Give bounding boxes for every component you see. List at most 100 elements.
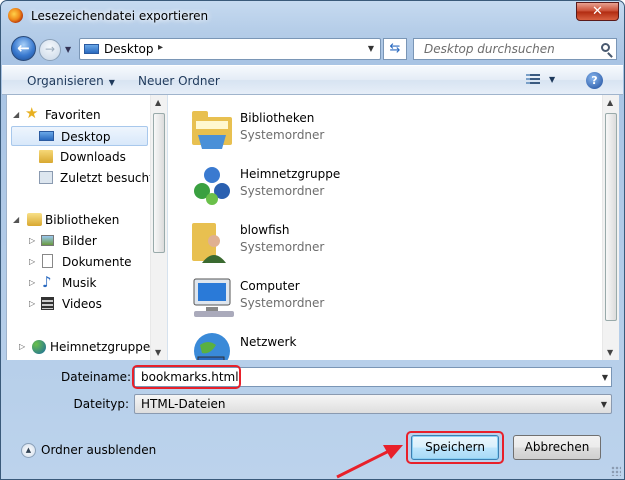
- search-placeholder: Desktop durchsuchen: [424, 42, 555, 56]
- scroll-up-icon[interactable]: ▲: [155, 98, 161, 107]
- list-item[interactable]: Bibliotheken Systemordner: [188, 105, 488, 157]
- scrollbar-thumb[interactable]: [605, 113, 617, 321]
- navigation-bar: ← → ▼ Desktop ▸ ▼ ⇆ Desktop durchsuchen: [1, 33, 624, 63]
- homegroup-icon: [32, 340, 46, 354]
- sidebar-item-label: Downloads: [60, 150, 126, 164]
- address-bar[interactable]: Desktop ▸ ▼: [79, 38, 381, 60]
- sidebar-group-homegroup[interactable]: ▷ Heimnetzgruppe: [13, 337, 151, 357]
- organize-button[interactable]: Organisieren ▼: [27, 74, 115, 88]
- scroll-down-icon[interactable]: ▼: [155, 348, 161, 357]
- libraries-icon: [27, 213, 42, 226]
- navigation-pane: ◢ ★ Favoriten Desktop Downloads Zuletzt …: [7, 95, 168, 360]
- breadcrumb-separator[interactable]: ▸: [158, 42, 163, 53]
- chevron-down-icon[interactable]: ▼: [601, 400, 607, 409]
- file-name: blowfish: [240, 223, 290, 237]
- file-list-scrollbar[interactable]: ▲ ▼: [602, 95, 619, 360]
- favorites-label: Favoriten: [45, 108, 101, 122]
- sidebar-group-libraries[interactable]: ◢ Bibliotheken: [13, 210, 148, 230]
- computer-icon: [188, 273, 236, 321]
- scrollbar-thumb[interactable]: [153, 113, 165, 253]
- videos-icon: [41, 297, 54, 310]
- filetype-label: Dateityp:: [73, 397, 129, 411]
- view-dropdown-icon[interactable]: ▼: [549, 75, 555, 84]
- sidebar-item-label: Musik: [62, 276, 97, 290]
- file-type: Systemordner: [240, 296, 325, 310]
- new-folder-button[interactable]: Neuer Ordner: [138, 74, 220, 88]
- filename-highlight-box: [132, 365, 241, 389]
- homegroup-icon: [188, 161, 236, 209]
- refresh-icon[interactable]: ⇆: [383, 38, 407, 60]
- music-icon: ♪: [42, 273, 52, 291]
- list-item[interactable]: blowfish Systemordner: [188, 217, 488, 269]
- sidebar-item-label: Bilder: [62, 234, 97, 248]
- filetype-value: HTML-Dateien: [141, 397, 226, 411]
- help-icon[interactable]: ?: [586, 72, 603, 89]
- file-type: Systemordner: [240, 184, 325, 198]
- window-title: Lesezeichendatei exportieren: [31, 9, 209, 23]
- filename-dropdown-icon[interactable]: ▼: [602, 373, 608, 382]
- sidebar-item-label: Zuletzt besucht: [60, 171, 154, 185]
- list-item[interactable]: Netzwerk: [188, 329, 488, 360]
- sidebar-item-label: Desktop: [61, 130, 111, 144]
- downloads-folder-icon: [39, 150, 53, 163]
- sidebar-item-music[interactable]: ▷ ♪ Musik: [11, 273, 148, 293]
- sidebar-item-label: Videos: [62, 297, 102, 311]
- collapse-triangle-icon[interactable]: ◢: [13, 105, 19, 125]
- expand-triangle-icon[interactable]: ▷: [29, 231, 35, 251]
- file-name: Heimnetzgruppe: [240, 167, 341, 181]
- command-bar: Organisieren ▼ Neuer Ordner ▼ ?: [2, 65, 623, 95]
- desktop-icon: [84, 44, 99, 54]
- close-button[interactable]: ✕: [576, 2, 619, 21]
- scroll-down-icon[interactable]: ▼: [607, 348, 613, 357]
- hide-folders-label: Ordner ausblenden: [41, 443, 157, 457]
- back-arrow-icon[interactable]: ←: [11, 36, 36, 61]
- search-icon[interactable]: [601, 43, 610, 52]
- star-icon: ★: [25, 104, 39, 122]
- address-dropdown-icon[interactable]: ▼: [362, 39, 380, 59]
- sidebar-item-desktop[interactable]: Desktop: [11, 126, 148, 146]
- forward-arrow-icon[interactable]: →: [39, 39, 61, 61]
- expand-triangle-icon[interactable]: ▷: [29, 252, 35, 272]
- file-name: Computer: [240, 279, 300, 293]
- navigation-scrollbar[interactable]: ▲ ▼: [150, 95, 167, 360]
- cancel-button[interactable]: Abbrechen: [513, 435, 601, 460]
- chevron-down-icon: ▼: [108, 78, 115, 87]
- sidebar-item-label: Dokumente: [62, 255, 132, 269]
- homegroup-label: Heimnetzgruppe: [50, 340, 151, 354]
- save-highlight-box: [406, 431, 504, 464]
- sidebar-item-pictures[interactable]: ▷ Bilder: [11, 231, 148, 251]
- filename-label: Dateiname:: [61, 370, 132, 384]
- search-input[interactable]: Desktop durchsuchen: [413, 38, 617, 60]
- filetype-select[interactable]: HTML-Dateien ▼: [134, 394, 612, 414]
- pictures-icon: [41, 235, 54, 246]
- recent-pages-dropdown-icon[interactable]: ▼: [65, 45, 71, 54]
- address-location[interactable]: Desktop: [104, 42, 154, 56]
- sidebar-item-downloads[interactable]: Downloads: [11, 147, 148, 167]
- libraries-icon: [188, 105, 236, 153]
- chevron-up-icon: ▲: [21, 443, 36, 458]
- organize-label: Organisieren: [27, 74, 104, 88]
- expand-triangle-icon[interactable]: ▷: [29, 294, 35, 314]
- list-item[interactable]: Computer Systemordner: [188, 273, 488, 325]
- scroll-up-icon[interactable]: ▲: [607, 98, 613, 107]
- resize-grip[interactable]: [611, 466, 621, 476]
- sidebar-item-videos[interactable]: ▷ Videos: [11, 294, 148, 314]
- sidebar-item-documents[interactable]: ▷ Dokumente: [11, 252, 148, 272]
- expand-triangle-icon[interactable]: ▷: [29, 273, 35, 293]
- collapse-triangle-icon[interactable]: ◢: [13, 210, 19, 230]
- list-item[interactable]: Heimnetzgruppe Systemordner: [188, 161, 488, 213]
- save-dialog: Lesezeichendatei exportieren ✕ ← → ▼ Des…: [0, 0, 625, 480]
- file-type: Systemordner: [240, 240, 325, 254]
- user-folder-icon: [188, 217, 236, 265]
- sidebar-group-favorites[interactable]: ◢ ★ Favoriten: [13, 105, 148, 125]
- firefox-icon: [8, 8, 23, 23]
- sidebar-item-recent[interactable]: Zuletzt besucht: [11, 168, 154, 188]
- file-name: Netzwerk: [240, 335, 297, 349]
- title-bar[interactable]: Lesezeichendatei exportieren ✕: [1, 1, 624, 31]
- browser-area: ◢ ★ Favoriten Desktop Downloads Zuletzt …: [6, 95, 619, 360]
- recent-places-icon: [39, 171, 53, 184]
- view-options-icon[interactable]: [526, 74, 540, 87]
- file-list: Bibliotheken Systemordner Heimnetzgruppe…: [168, 95, 602, 360]
- file-name: Bibliotheken: [240, 111, 315, 125]
- expand-triangle-icon[interactable]: ▷: [19, 337, 25, 357]
